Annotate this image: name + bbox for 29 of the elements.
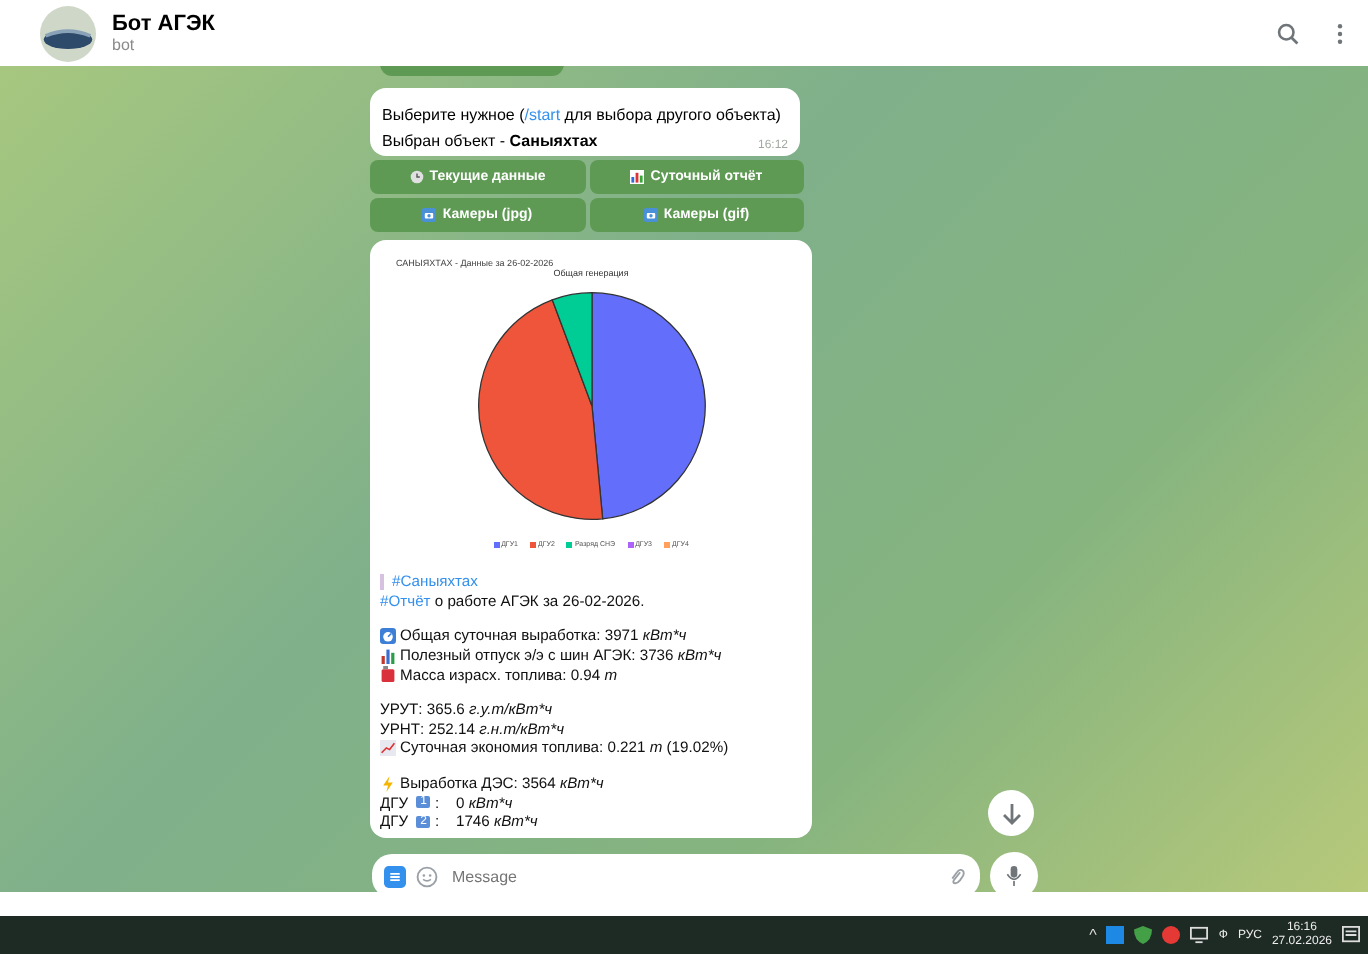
menu-icon[interactable] — [384, 865, 406, 887]
chat-subtitle: bot — [112, 36, 137, 54]
message-text: Выбран объект - Саныяхтах — [382, 130, 598, 152]
shield-icon[interactable] — [1134, 926, 1153, 944]
show-hidden-icons-button[interactable]: ^ — [1089, 926, 1097, 944]
fuel-canister-icon — [380, 666, 396, 683]
message-composer[interactable]: Message — [372, 854, 980, 898]
clock-icon — [409, 170, 424, 184]
camera-icon — [422, 208, 437, 222]
bar-chart-icon — [380, 647, 396, 664]
app-tray-icon[interactable] — [1162, 926, 1181, 944]
trend-chart-icon — [380, 739, 396, 756]
chat-title: Бот АГЭК — [112, 12, 218, 36]
message-text: Выберите нужное (/start для выбора другого объекта) — [382, 106, 781, 124]
bot-avatar-icon[interactable] — [40, 5, 96, 61]
app-tray-icon[interactable] — [1106, 926, 1125, 944]
microphone-icon — [1004, 864, 1024, 888]
camera-icon — [643, 208, 658, 222]
arrow-down-icon — [999, 801, 1023, 825]
lightning-icon — [380, 775, 396, 792]
message-input[interactable]: Message — [448, 865, 936, 887]
attach-icon[interactable] — [946, 865, 968, 887]
notifications-icon[interactable] — [1342, 926, 1360, 944]
command-link[interactable]: /start — [524, 106, 561, 124]
scroll-down-button[interactable] — [988, 790, 1034, 836]
emoji-icon[interactable] — [416, 865, 438, 887]
gauge-icon — [380, 627, 396, 644]
search-icon[interactable] — [1276, 21, 1300, 45]
chart-icon — [630, 170, 645, 184]
